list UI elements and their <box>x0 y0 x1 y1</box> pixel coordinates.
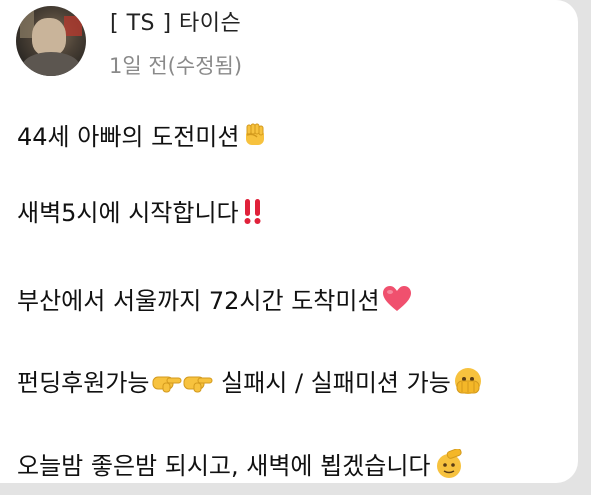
post-text: 44세 아빠의 도전미션 <box>17 123 240 151</box>
double-exclamation-icon <box>241 197 265 225</box>
avatar[interactable] <box>16 6 86 76</box>
post-line-4: 펀딩후원가능 실패시 / 실패미션 가능 <box>17 363 483 398</box>
post-text-continued: 실패시 / 실패미션 가능 <box>213 369 451 397</box>
pointing-hands-icon <box>151 367 213 395</box>
post-text: 오늘밤 좋은밤 되시고, 새벽에 뵙겠습니다 <box>17 452 431 480</box>
post-card: [ TS ] 타이슨 1일 전(수정됨) 44세 아빠의 도전미션 새벽5시에 … <box>0 0 578 483</box>
post-line-1: 44세 아빠의 도전미션 <box>17 117 269 152</box>
saluting-face-icon <box>433 448 465 479</box>
post-text: 부산에서 서울까지 72시간 도착미션 <box>17 287 380 315</box>
author-name[interactable]: [ TS ] 타이슨 <box>110 5 241 37</box>
post-text: 펀딩후원가능 <box>17 369 150 397</box>
red-heart-icon <box>382 285 412 313</box>
post-line-2: 새벽5시에 시작합니다 <box>17 193 265 228</box>
face-peeking-icon <box>453 366 483 396</box>
post-line-5: 오늘밤 좋은밤 되시고, 새벽에 뵙겠습니다 <box>17 446 465 481</box>
post-text: 새벽5시에 시작합니다 <box>17 199 239 227</box>
post-line-3: 부산에서 서울까지 72시간 도착미션 <box>17 281 412 316</box>
post-timestamp: 1일 전(수정됨) <box>109 54 243 78</box>
raised-fist-icon <box>241 121 269 149</box>
